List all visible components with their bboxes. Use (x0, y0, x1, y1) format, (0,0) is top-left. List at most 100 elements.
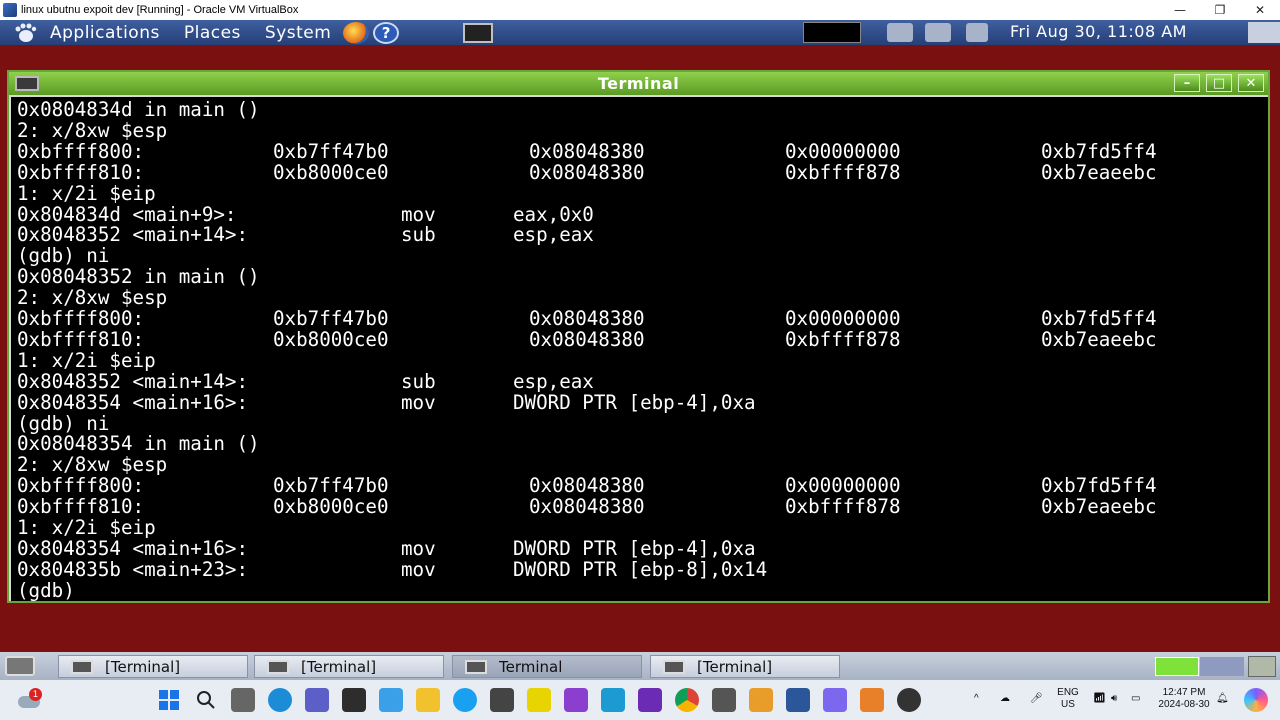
workspace-2[interactable] (1200, 657, 1244, 676)
clock-date: 2024-08-30 (1158, 699, 1210, 710)
terminal-text: 0xb8000ce0 (273, 327, 389, 351)
vbox-restore-button[interactable]: ❐ (1200, 0, 1240, 20)
terminal-text: 0xb7eaeebc (1041, 160, 1157, 184)
chrome-icon[interactable] (675, 688, 699, 712)
terminal-text: DWORD PTR [ebp-4],0xa (513, 390, 756, 414)
battery-icon[interactable]: ▭ (1131, 693, 1140, 705)
word-icon[interactable] (786, 688, 810, 712)
terminal-text: 0x0804834d in main () (17, 98, 260, 121)
terminal-text: 0x804835b <main+23>: (17, 557, 249, 581)
system-clock[interactable]: 12:47 PM 2024-08-30 (1156, 687, 1212, 711)
user-switcher-icon[interactable] (1248, 22, 1280, 43)
panel-clock[interactable]: Fri Aug 30, 11:08 AM (1010, 22, 1187, 41)
search-icon[interactable] (194, 688, 218, 712)
taskbar-terminal-1[interactable]: [Terminal] (58, 655, 248, 678)
snip-tool-icon[interactable] (601, 688, 625, 712)
microphone-icon[interactable]: 🎤︎ (1030, 693, 1043, 705)
language-indicator[interactable]: ENG US (1054, 687, 1082, 711)
trash-icon[interactable] (1248, 656, 1276, 677)
volume-icon[interactable] (966, 23, 988, 42)
show-hidden-icons[interactable]: ^ (974, 693, 979, 705)
terminal-text: 0x8048354 <main+16>: (17, 390, 249, 414)
menu-places[interactable]: Places (184, 23, 241, 43)
paint-app-icon[interactable] (749, 688, 773, 712)
wifi-icon[interactable]: 📶︎ (1093, 693, 1106, 705)
show-desktop-icon[interactable] (5, 656, 35, 676)
terminal-text: 0x08048380 (529, 307, 645, 330)
terminal-text: eax,0x0 (513, 202, 594, 226)
task-label: [Terminal] (301, 657, 377, 676)
terminal-minimize-button[interactable]: – (1174, 74, 1200, 92)
terminal-text: (gdb) ni (17, 244, 110, 268)
weather-widget-icon[interactable]: 1 (16, 688, 42, 712)
terminal-text: 0xb7ff47b0 (273, 474, 389, 498)
notification-bell-icon[interactable]: 🔔︎ (1216, 693, 1229, 705)
terminal-text: 0xb7fd5ff4 (1041, 307, 1157, 330)
terminal-text: 0x00000000 (785, 139, 901, 163)
terminal-text: 0xb7ff47b0 (273, 139, 389, 163)
terminal-text: 0xbffff810: (17, 327, 145, 351)
vbox-minimize-button[interactable]: — (1160, 0, 1200, 20)
terminal-text: 0xbffff800: (17, 139, 145, 163)
gnome-foot-icon[interactable] (10, 22, 40, 44)
tools-app-icon[interactable] (342, 688, 366, 712)
terminal-text: DWORD PTR [ebp-8],0x14 (513, 557, 768, 581)
terminal-text: 1: x/2i $eip (17, 348, 156, 372)
edge-icon[interactable] (268, 688, 292, 712)
vbox-close-button[interactable]: ✕ (1240, 0, 1280, 20)
menu-applications[interactable]: Applications (50, 23, 160, 43)
terminal-output[interactable]: 0x0804834d in main () 2: x/8xw $esp 0xbfff… (11, 97, 1268, 601)
vbox-titlebar: linux ubutnu expoit dev [Running] - Orac… (0, 0, 1280, 20)
terminal-text: 2: x/8xw $esp (17, 286, 168, 310)
terminal-close-button[interactable]: ✕ (1238, 74, 1264, 92)
terminal-text: 2: x/8xw $esp (17, 453, 168, 477)
terminal-window: Terminal – □ ✕ 0x0804834d in main () 2: x… (7, 70, 1270, 603)
windows-start-icon[interactable] (157, 688, 181, 712)
terminal-text: 0x08048380 (529, 495, 645, 519)
workspace-1[interactable] (1155, 657, 1199, 676)
task-label: Terminal (499, 657, 563, 676)
menu-system[interactable]: System (265, 23, 331, 43)
calculator-icon[interactable] (712, 688, 736, 712)
terminal-maximize-button[interactable]: □ (1206, 74, 1232, 92)
panel-blank-applet (803, 22, 861, 43)
terminal-text: mov (401, 202, 436, 226)
vbox-window-title: linux ubutnu expoit dev [Running] - Orac… (21, 4, 299, 16)
taskbar-terminal-4[interactable]: [Terminal] (650, 655, 840, 678)
virtualbox-taskbar-icon[interactable] (379, 688, 403, 712)
visual-studio-icon[interactable] (638, 688, 662, 712)
obs-icon[interactable] (897, 688, 921, 712)
tasks-app-icon[interactable] (527, 688, 551, 712)
volume-icon[interactable]: 🔊︎ (1111, 693, 1117, 705)
media-app-icon[interactable] (564, 688, 588, 712)
terminal-text: (gdb) ni (17, 411, 110, 435)
taskbar-terminal-2[interactable]: [Terminal] (254, 655, 444, 678)
terminal-text: 0xbffff878 (785, 495, 901, 519)
terminal-titlebar[interactable]: Terminal – □ ✕ (9, 72, 1268, 95)
terminal-launcher-icon[interactable] (463, 22, 494, 43)
windows-taskbar: 1 ^ ☁ 🎤︎ ENG US 📶︎ 🔊︎ ▭ 12:47 PM 2024-08… (0, 680, 1280, 720)
terminal-text: 1: x/2i $eip (17, 516, 156, 539)
terminal-text: 0x804834d <main+9>: (17, 202, 237, 226)
copilot-icon[interactable] (1244, 688, 1268, 712)
terminal-text: 0x8048352 <main+14>: (17, 223, 249, 247)
onedrive-icon[interactable]: ☁ (1000, 693, 1010, 705)
teams-icon[interactable] (305, 688, 329, 712)
network-tools-icon[interactable] (887, 23, 913, 42)
terminal-text: 0x08048352 in main () (17, 265, 260, 289)
terminal-text: mov (401, 536, 436, 560)
browser-icon[interactable] (453, 688, 477, 712)
file-explorer-icon[interactable] (416, 688, 440, 712)
terminal-text: 1: x/2i $eip (17, 181, 156, 205)
vpn-app-icon[interactable] (823, 688, 847, 712)
network-disconnected-icon[interactable] (925, 23, 951, 42)
app-icon[interactable] (860, 688, 884, 712)
terminal-text: 0xb8000ce0 (273, 495, 389, 519)
help-icon[interactable]: ? (373, 21, 400, 44)
firefox-icon[interactable] (343, 21, 370, 44)
terminal-text: sub (401, 369, 436, 393)
terminal-text: mov (401, 390, 436, 414)
task-view-icon[interactable] (231, 688, 255, 712)
taskbar-terminal-3[interactable]: Terminal (452, 655, 642, 678)
store-icon[interactable] (490, 688, 514, 712)
